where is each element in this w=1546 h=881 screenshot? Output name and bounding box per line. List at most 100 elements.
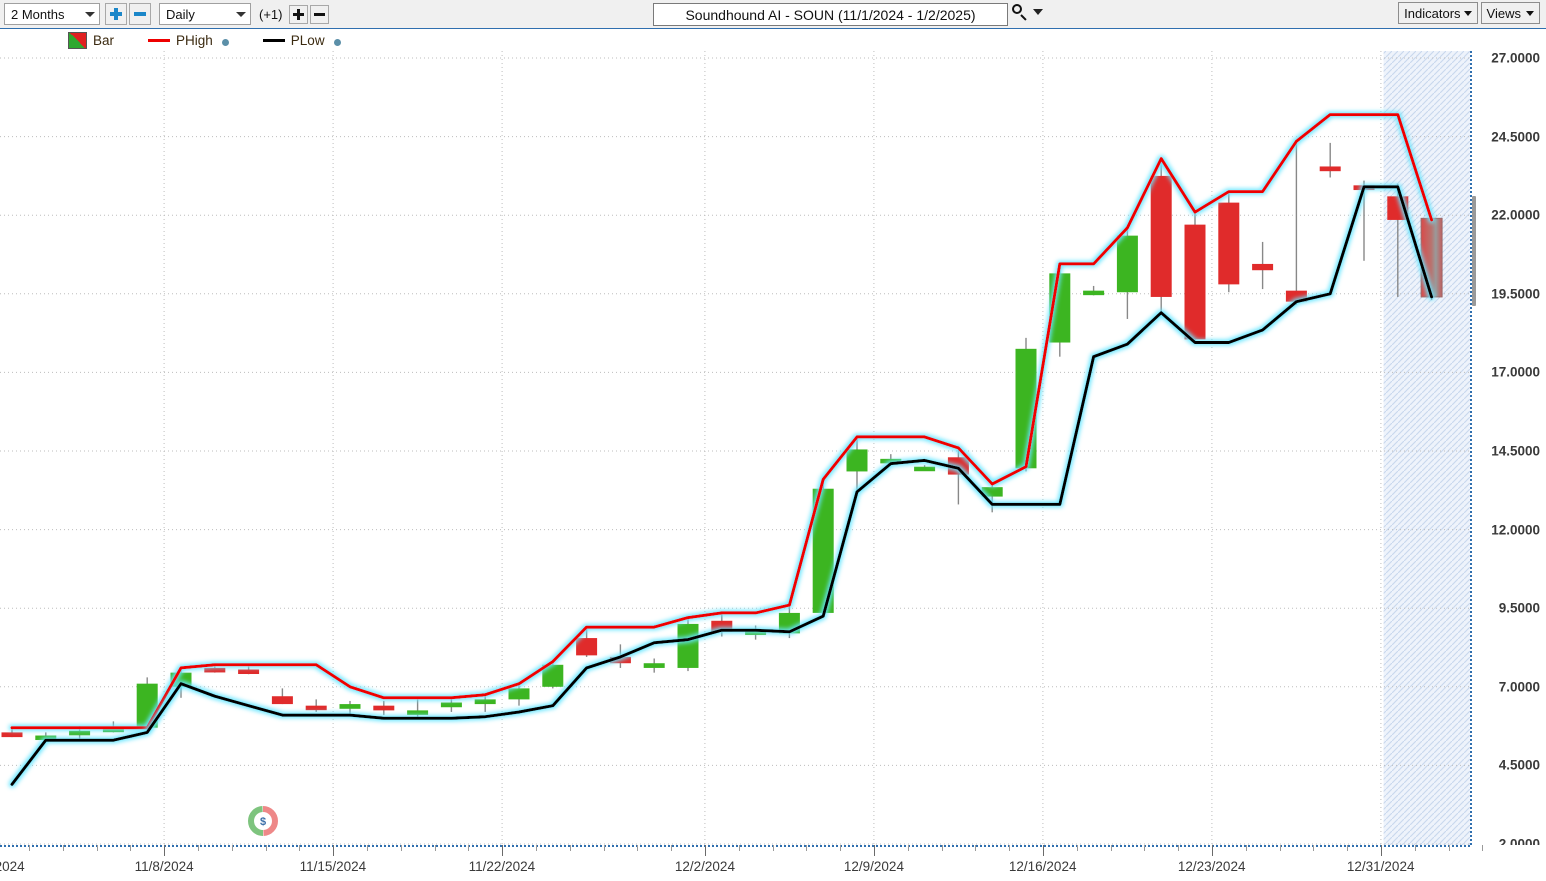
- date-axis-tick: [1313, 845, 1314, 851]
- offset-decrease-button[interactable]: [310, 5, 329, 24]
- legend-label-bar: Bar: [93, 33, 114, 48]
- date-axis-tick-label: 12/9/2024: [844, 859, 904, 874]
- candle-series: [2, 141, 1443, 742]
- price-axis-tick: 19.5000: [1491, 286, 1540, 301]
- price-axis-tick: 14.5000: [1491, 444, 1540, 459]
- legend-settings-dot-icon[interactable]: [222, 39, 229, 46]
- price-axis-tick: 7.0000: [1499, 679, 1540, 694]
- price-axis-tick: 22.0000: [1491, 208, 1540, 223]
- date-axis-tick: [1111, 845, 1112, 851]
- date-axis[interactable]: 11/1/2024 11/8/2024 11/15/2024 11/22/2024 12…: [0, 845, 1546, 881]
- date-axis-tick: [773, 845, 774, 851]
- red-line-icon: [148, 39, 170, 42]
- legend-label-plow: PLow: [291, 33, 325, 48]
- views-button[interactable]: Views: [1481, 2, 1540, 24]
- date-axis-tick: [806, 845, 807, 851]
- date-axis-divider: [0, 845, 1470, 847]
- interval-select-value: Daily: [166, 7, 232, 22]
- svg-text:$: $: [260, 816, 266, 828]
- chart-application: 2 Months Daily (+1) Soundhound AI - SOUN…: [0, 0, 1546, 881]
- candle-swatch-icon: [68, 32, 87, 49]
- toolbar-right-group: Indicators Views: [1398, 2, 1540, 24]
- date-axis-tick: [1246, 845, 1247, 851]
- date-axis-tick: [942, 845, 943, 851]
- chart-plot-area[interactable]: $: [0, 51, 1470, 845]
- range-select-value: 2 Months: [11, 7, 81, 22]
- symbol-input-value: Soundhound AI - SOUN (11/1/2024 - 1/2/20…: [685, 7, 975, 23]
- date-axis-tick: [299, 845, 300, 851]
- views-label: Views: [1487, 6, 1521, 21]
- date-axis-tick-label: 12/31/2024: [1347, 859, 1415, 874]
- zoom-out-button[interactable]: [129, 3, 151, 25]
- indicators-button[interactable]: Indicators: [1398, 2, 1477, 24]
- search-group: [1012, 4, 1043, 20]
- date-axis-tick: [637, 845, 638, 851]
- date-axis-tick: [1009, 845, 1010, 851]
- date-axis-tick: [468, 845, 469, 851]
- chevron-down-icon[interactable]: [1033, 9, 1043, 15]
- date-axis-tick: [97, 845, 98, 851]
- date-axis-tick: [29, 845, 30, 851]
- date-axis-tick: [671, 845, 672, 851]
- date-axis-tick-label: 12/23/2024: [1178, 859, 1246, 874]
- candlestick-chart: $: [0, 51, 1470, 845]
- date-axis-tick-label: 11/22/2024: [469, 859, 536, 874]
- date-axis-tick: [1449, 845, 1450, 851]
- interval-select[interactable]: Daily: [159, 3, 251, 25]
- legend-item-phigh[interactable]: PHigh: [148, 33, 229, 48]
- price-axis-tick: 12.0000: [1491, 522, 1540, 537]
- date-axis-tick: [1043, 845, 1044, 856]
- legend-settings-dot-icon[interactable]: [334, 39, 341, 46]
- date-axis-tick: [435, 845, 436, 851]
- date-axis-tick: [502, 845, 503, 856]
- date-axis-tick: [1381, 845, 1382, 856]
- date-axis-tick: [130, 845, 131, 851]
- offset-increase-button[interactable]: [289, 5, 308, 24]
- price-axis-tick: 17.0000: [1491, 365, 1540, 380]
- date-axis-tick: [536, 845, 537, 851]
- date-axis-tick: [1077, 845, 1078, 851]
- date-axis-tick-label: 12/2/2024: [675, 859, 735, 874]
- price-axis-tick: 27.0000: [1491, 51, 1540, 66]
- date-axis-tick: [401, 845, 402, 851]
- symbol-input[interactable]: Soundhound AI - SOUN (11/1/2024 - 1/2/20…: [653, 3, 1008, 26]
- date-axis-tick: [266, 845, 267, 851]
- toolbar: 2 Months Daily (+1) Soundhound AI - SOUN…: [0, 0, 1546, 29]
- date-axis-tick: [570, 845, 571, 851]
- date-axis-tick: [840, 845, 841, 851]
- chevron-down-icon: [1526, 11, 1534, 16]
- date-axis-tick: [705, 845, 706, 856]
- price-axis-tick: 4.5000: [1499, 758, 1540, 773]
- price-axis-tick: 24.5000: [1491, 129, 1540, 144]
- date-axis-tick: [164, 845, 165, 856]
- legend-label-phigh: PHigh: [176, 33, 213, 48]
- date-axis-tick: [975, 845, 976, 851]
- date-axis-tick: [367, 845, 368, 851]
- date-axis-tick: [1144, 845, 1145, 851]
- chevron-down-icon: [232, 4, 250, 24]
- legend-item-plow[interactable]: PLow: [263, 33, 341, 48]
- date-axis-tick: [333, 845, 334, 856]
- date-axis-tick: [198, 845, 199, 851]
- chevron-down-icon: [81, 4, 99, 24]
- date-axis-tick-label: 11/1/2024: [0, 859, 25, 874]
- legend-item-bar[interactable]: Bar: [68, 32, 114, 49]
- chart-gridlines: [0, 51, 1470, 845]
- price-axis-tick: 9.5000: [1499, 601, 1540, 616]
- date-axis-tick-label: 11/8/2024: [135, 859, 194, 874]
- date-axis-tick: [874, 845, 875, 856]
- chart-legend: Bar PHigh PLow: [0, 29, 1538, 51]
- date-axis-tick: [739, 845, 740, 851]
- search-icon[interactable]: [1012, 4, 1028, 20]
- earnings-marker-icon[interactable]: $: [251, 809, 275, 833]
- zoom-in-button[interactable]: [105, 3, 127, 25]
- range-select[interactable]: 2 Months: [4, 3, 100, 25]
- date-axis-tick: [1482, 845, 1483, 851]
- date-axis-tick: [908, 845, 909, 851]
- price-axis-scroll-handle[interactable]: [1472, 196, 1476, 306]
- date-axis-tick: [1415, 845, 1416, 851]
- date-axis-tick: [1280, 845, 1281, 851]
- price-axis[interactable]: 27.0000 24.5000 22.0000 19.5000 17.0000 14.50…: [1470, 51, 1546, 845]
- black-line-icon: [263, 39, 285, 42]
- date-axis-tick-label: 11/15/2024: [300, 859, 367, 874]
